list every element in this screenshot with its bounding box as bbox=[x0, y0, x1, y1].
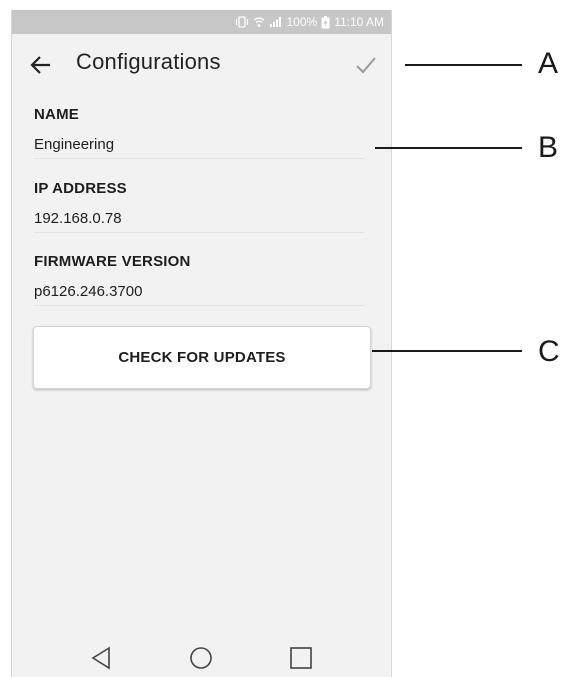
ip-address-field: IP ADDRESS 192.168.0.78 bbox=[34, 180, 364, 233]
back-triangle-icon[interactable] bbox=[90, 646, 112, 675]
back-arrow-icon[interactable] bbox=[28, 52, 56, 78]
name-input[interactable] bbox=[34, 136, 364, 159]
callout-c-line bbox=[372, 350, 522, 352]
callout-b-line bbox=[375, 147, 522, 149]
home-circle-icon[interactable] bbox=[189, 646, 213, 675]
callout-b-label: B bbox=[538, 131, 559, 164]
battery-percent: 100% bbox=[286, 15, 318, 29]
page-title: Configurations bbox=[76, 49, 221, 74]
battery-charging-icon bbox=[321, 15, 330, 29]
callout-a-label: A bbox=[538, 47, 559, 80]
callout-c-label: C bbox=[538, 335, 560, 368]
app-bar: Configurations bbox=[12, 34, 391, 96]
name-label: NAME bbox=[34, 106, 79, 123]
firmware-version-label: FIRMWARE VERSION bbox=[34, 253, 191, 270]
confirm-check-icon[interactable] bbox=[354, 54, 378, 76]
signal-icon bbox=[269, 16, 282, 28]
ip-address-label: IP ADDRESS bbox=[34, 180, 127, 197]
ip-address-value: 192.168.0.78 bbox=[34, 210, 364, 233]
firmware-version-value: p6126.246.3700 bbox=[34, 283, 364, 306]
vibrate-icon bbox=[235, 16, 249, 28]
navigation-bar bbox=[12, 640, 391, 677]
name-field: NAME bbox=[34, 106, 364, 159]
clock: 11:10 AM bbox=[334, 15, 384, 29]
firmware-version-field: FIRMWARE VERSION p6126.246.3700 bbox=[34, 253, 364, 306]
phone-screen: 100% 11:10 AM Configurations NAME IP ADD… bbox=[11, 10, 392, 677]
recents-square-icon[interactable] bbox=[289, 646, 313, 675]
status-bar: 100% 11:10 AM bbox=[12, 10, 391, 34]
wifi-icon bbox=[253, 16, 265, 28]
check-for-updates-button[interactable]: CHECK FOR UPDATES bbox=[33, 326, 371, 389]
callout-a-line bbox=[405, 64, 522, 66]
